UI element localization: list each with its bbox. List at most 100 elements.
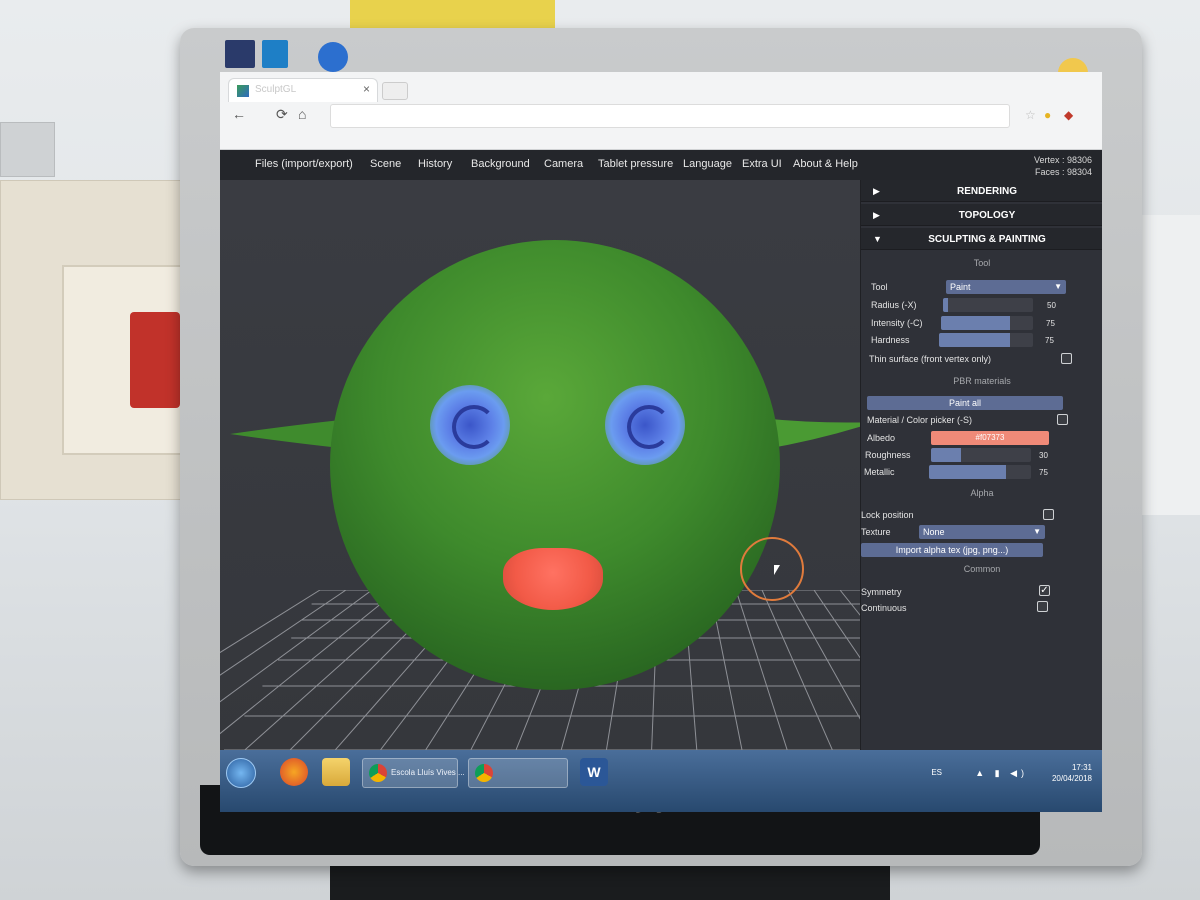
sticker-badge: [225, 40, 255, 68]
material-picker-checkbox[interactable]: [1057, 414, 1068, 425]
metallic-slider[interactable]: [929, 465, 1031, 479]
background-red-socket: [130, 312, 180, 408]
app-menu-bar: Files (import/export) Scene History Back…: [220, 150, 1102, 180]
continuous-checkbox[interactable]: [1037, 601, 1048, 612]
system-clock[interactable]: 17:31 20/04/2018: [1052, 762, 1092, 784]
chrome-icon: [369, 764, 387, 782]
home-icon[interactable]: ⌂: [298, 106, 306, 122]
radius-slider[interactable]: [943, 298, 1033, 312]
expand-arrow-icon: ▶: [873, 210, 880, 220]
tray-icons[interactable]: ▲ ▮ ◀): [975, 768, 1028, 779]
section-title: SCULPTING & PAINTING: [928, 234, 1046, 245]
texture-select-value: None: [923, 527, 945, 537]
reload-icon[interactable]: ⟳: [276, 106, 288, 123]
background-router: [0, 122, 55, 177]
keyboard-language[interactable]: ES: [931, 768, 942, 777]
sculpt-side-panel: ▶ RENDERING ▶ TOPOLOGY ▼ SCULPTING & PAI…: [860, 180, 1102, 750]
face-count: Faces : 98304: [1034, 167, 1092, 177]
pbr-subheader: PBR materials: [953, 376, 1011, 386]
texture-label: Texture: [861, 527, 891, 537]
radius-value: 50: [1047, 301, 1056, 310]
mouse-pointer-icon: [774, 565, 780, 575]
albedo-label: Albedo: [867, 433, 896, 443]
albedo-color-field[interactable]: #f07373: [931, 431, 1049, 445]
menu-language[interactable]: Language: [683, 158, 732, 170]
firefox-icon[interactable]: [280, 758, 308, 786]
clock-date: 20/04/2018: [1051, 774, 1092, 783]
thin-surface-checkbox[interactable]: [1061, 353, 1072, 364]
monitor-screen: SculptGL × ← ⟳ ⌂ ☆ ● ◆ Files (import/exp…: [220, 72, 1102, 812]
lock-position-checkbox[interactable]: [1043, 509, 1054, 520]
menu-files[interactable]: Files (import/export): [255, 158, 353, 170]
menu-about-help[interactable]: About & Help: [793, 158, 858, 170]
thin-surface-label: Thin surface (front vertex only): [869, 354, 992, 364]
new-tab-button[interactable]: [382, 82, 408, 100]
alpha-subheader: Alpha: [970, 488, 994, 498]
folder-icon[interactable]: [322, 758, 350, 786]
section-title: RENDERING: [956, 186, 1017, 197]
chevron-down-icon: ▼: [1033, 527, 1041, 536]
paint-all-button[interactable]: Paint all: [867, 396, 1063, 410]
tool-subheader: Tool: [973, 258, 991, 268]
extension-icon[interactable]: ●: [1044, 108, 1051, 122]
roughness-label: Roughness: [865, 450, 911, 460]
tool-select[interactable]: Paint ▼: [946, 280, 1066, 294]
menu-background[interactable]: Background: [471, 158, 530, 170]
roughness-slider[interactable]: [931, 448, 1031, 462]
intensity-label: Intensity (-C): [871, 318, 923, 328]
sculpted-head: [330, 240, 780, 690]
roughness-slider-fill: [931, 448, 961, 462]
sculptgl-favicon-icon: [237, 85, 249, 97]
hardness-slider[interactable]: [939, 333, 1033, 347]
right-eye: [605, 385, 685, 465]
metallic-value: 75: [1039, 468, 1048, 477]
menu-history[interactable]: History: [418, 158, 452, 170]
menu-camera[interactable]: Camera: [544, 158, 583, 170]
section-sculpting-painting[interactable]: ▼ SCULPTING & PAINTING: [861, 228, 1102, 250]
sculpt-viewport[interactable]: [220, 180, 860, 750]
menu-scene[interactable]: Scene: [370, 158, 401, 170]
chrome-icon: [475, 764, 493, 782]
close-icon[interactable]: ×: [363, 82, 370, 96]
address-bar[interactable]: [330, 104, 1010, 128]
windows-taskbar: Escola Lluís Vives ... W ▲ ▮ ◀) ES 17:31…: [220, 750, 1102, 812]
hardness-slider-fill: [939, 333, 1010, 347]
symmetry-checkbox[interactable]: ✓: [1039, 585, 1050, 596]
section-title: TOPOLOGY: [958, 210, 1016, 221]
word-icon[interactable]: W: [580, 758, 608, 786]
continuous-label: Continuous: [861, 603, 907, 613]
section-rendering[interactable]: ▶ RENDERING: [861, 180, 1102, 202]
expand-arrow-icon: ▶: [873, 186, 880, 196]
symmetry-label: Symmetry: [861, 587, 902, 597]
intensity-value: 75: [1046, 319, 1055, 328]
section-topology[interactable]: ▶ TOPOLOGY: [861, 204, 1102, 226]
material-picker-label: Material / Color picker (-S): [867, 415, 973, 425]
collapse-arrow-icon: ▼: [873, 234, 882, 244]
browser-tab-title: SculptGL: [255, 84, 297, 95]
mouth: [503, 548, 603, 610]
brush-cursor-ring: [740, 537, 804, 601]
hardness-value: 75: [1045, 336, 1054, 345]
clock-time: 17:31: [1071, 763, 1092, 772]
intensity-slider[interactable]: [941, 316, 1033, 330]
texture-select[interactable]: None ▼: [919, 525, 1045, 539]
taskbar-chrome-window[interactable]: Escola Lluís Vives ...: [362, 758, 465, 788]
taskbar-chrome-window-active[interactable]: [468, 758, 568, 788]
metallic-label: Metallic: [864, 467, 895, 477]
browser-tab[interactable]: SculptGL ×: [228, 78, 378, 102]
mesh-stats: Vertex : 98306 Faces : 98304: [1034, 154, 1092, 178]
lock-position-label: Lock position: [861, 510, 914, 520]
shield-extension-icon[interactable]: ◆: [1064, 108, 1073, 122]
menu-extra-ui[interactable]: Extra UI: [742, 158, 782, 170]
import-alpha-button[interactable]: Import alpha tex (jpg, png...): [861, 543, 1043, 557]
metallic-slider-fill: [929, 465, 1006, 479]
star-icon[interactable]: ☆: [1025, 108, 1036, 122]
radius-label: Radius (-X): [871, 300, 917, 310]
vertex-count: Vertex : 98306: [1033, 155, 1092, 165]
menu-tablet-pressure[interactable]: Tablet pressure: [598, 158, 673, 170]
sticker-badge: [262, 40, 288, 68]
left-eye: [430, 385, 510, 465]
hardness-label: Hardness: [871, 335, 910, 345]
back-icon[interactable]: ←: [232, 106, 246, 122]
start-button[interactable]: [226, 758, 256, 788]
